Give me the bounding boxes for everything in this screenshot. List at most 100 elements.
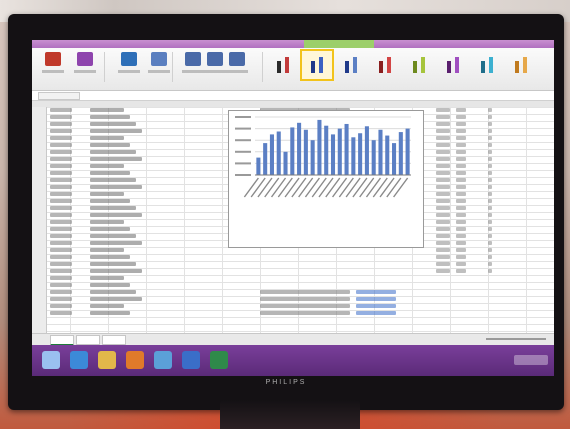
cell-text	[90, 311, 130, 315]
chart-bar[interactable]	[371, 140, 376, 175]
cell-text	[436, 122, 450, 126]
chart-bar[interactable]	[283, 151, 288, 175]
system-tray[interactable]	[514, 355, 548, 365]
chart-style-2[interactable]	[300, 49, 334, 81]
cell-text	[50, 248, 72, 252]
cell-text	[50, 213, 72, 217]
cell-text	[488, 262, 492, 266]
chart-bar[interactable]	[364, 126, 369, 175]
change-chart-type-button[interactable]	[40, 52, 66, 82]
chart-svg	[235, 116, 411, 198]
layout-2-icon	[207, 52, 223, 66]
media-icon[interactable]	[126, 351, 144, 369]
x-tick-label	[250, 177, 266, 198]
sheet-tab[interactable]	[102, 335, 126, 345]
cell-text	[260, 290, 350, 294]
cell-text	[488, 234, 492, 238]
app-icon[interactable]	[154, 351, 172, 369]
chart-bar[interactable]	[330, 134, 336, 175]
chart-bar[interactable]	[297, 122, 302, 175]
chart-style-6[interactable]	[438, 51, 468, 79]
chart-bar[interactable]	[276, 131, 281, 176]
chart-style-5[interactable]	[404, 51, 434, 79]
x-tick-label	[325, 177, 341, 198]
cell-text	[90, 290, 136, 294]
save-as-template-button[interactable]	[72, 52, 98, 82]
x-tick-label	[311, 177, 327, 198]
x-tick-label	[352, 177, 368, 198]
chart-bar[interactable]	[269, 134, 274, 175]
chart-style-3[interactable]	[336, 51, 366, 79]
name-box[interactable]	[38, 92, 80, 100]
chart-bar[interactable]	[405, 128, 410, 175]
chart-bar[interactable]	[310, 140, 315, 175]
layout-3-button[interactable]	[224, 52, 250, 82]
cell-text	[456, 136, 466, 140]
chart-bar[interactable]	[344, 123, 349, 175]
chart-bar[interactable]	[317, 119, 322, 175]
chart-style-7[interactable]	[472, 51, 502, 79]
start-icon[interactable]	[42, 351, 60, 369]
word-icon[interactable]	[182, 351, 200, 369]
chart-bar[interactable]	[324, 125, 329, 175]
x-tick-label	[277, 177, 293, 198]
table-row[interactable]	[32, 296, 554, 303]
ie-icon[interactable]	[70, 351, 88, 369]
chart-bar[interactable]	[378, 129, 383, 175]
cell-text	[488, 171, 492, 175]
select-data-button[interactable]	[146, 52, 172, 82]
sheet-tab[interactable]	[76, 335, 100, 345]
cell-text	[436, 206, 450, 210]
chart-style-swatch-bar	[319, 57, 323, 73]
table-row[interactable]	[32, 310, 554, 317]
cell-text	[436, 150, 450, 154]
cell-text	[90, 227, 130, 231]
chart-bar[interactable]	[351, 137, 356, 175]
chart-style-1[interactable]	[268, 51, 298, 79]
cell-text	[436, 227, 450, 231]
chart-bar[interactable]	[392, 143, 397, 175]
cell-text	[456, 234, 466, 238]
chart-bar[interactable]	[303, 129, 308, 175]
chart-style-swatch-bar	[285, 57, 289, 73]
chart-bar[interactable]	[358, 133, 363, 175]
table-row[interactable]	[32, 261, 554, 268]
tab-chart-tools[interactable]	[304, 40, 374, 48]
cell-text	[488, 122, 492, 126]
chart-bar[interactable]	[385, 135, 390, 175]
chart-bar[interactable]	[290, 127, 295, 175]
chart-style-8[interactable]	[506, 51, 536, 79]
chart-bar[interactable]	[256, 157, 261, 175]
cell-text	[50, 129, 72, 133]
cell-text	[436, 220, 450, 224]
excel-icon[interactable]	[210, 351, 228, 369]
ribbon-button-label	[204, 70, 226, 73]
cell-text	[456, 220, 466, 224]
cell-text	[356, 297, 396, 301]
chart-style-swatch-bar	[421, 57, 425, 73]
table-row[interactable]	[32, 247, 554, 254]
cell-text	[90, 220, 124, 224]
chart-bar[interactable]	[263, 143, 268, 175]
monitor-stand	[220, 400, 360, 429]
cell-text	[50, 171, 72, 175]
explorer-icon[interactable]	[98, 351, 116, 369]
cell-text	[456, 157, 466, 161]
chart-style-4[interactable]	[370, 51, 400, 79]
cell-text	[488, 108, 492, 112]
cell-text	[456, 262, 466, 266]
chart-bar[interactable]	[337, 128, 342, 175]
bar-chart[interactable]	[228, 110, 424, 248]
table-row[interactable]	[32, 254, 554, 261]
cell-text	[90, 283, 130, 287]
chart-bar[interactable]	[398, 132, 403, 175]
zoom-slider[interactable]	[486, 338, 546, 340]
switch-row-column-button[interactable]	[116, 52, 142, 82]
table-row[interactable]	[32, 275, 554, 282]
chart-style-swatch-bar	[515, 61, 519, 73]
table-row[interactable]	[32, 289, 554, 296]
ribbon-button-label	[118, 70, 140, 73]
table-row[interactable]	[32, 282, 554, 289]
table-row[interactable]	[32, 268, 554, 275]
table-row[interactable]	[32, 303, 554, 310]
